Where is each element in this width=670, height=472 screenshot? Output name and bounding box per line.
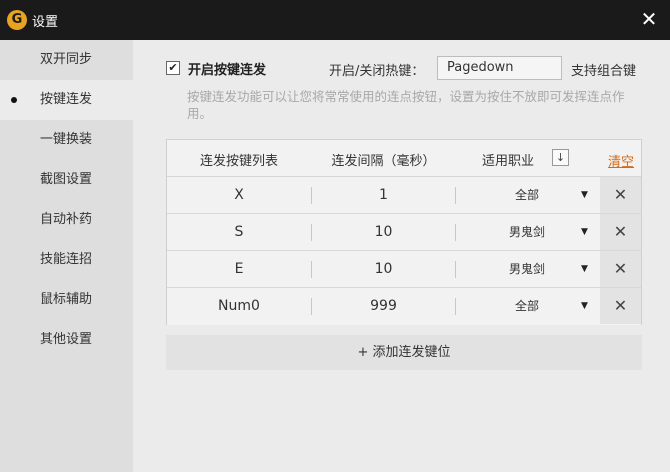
active-indicator-icon	[11, 97, 17, 103]
main-panel: ✔ 开启按键连发 开启/关闭热键： Pagedown 支持组合键 按键连发功能可…	[133, 40, 670, 472]
key-cell: Num0	[218, 298, 260, 314]
hotkey-input[interactable]: Pagedown	[437, 56, 562, 80]
interval-cell[interactable]: 1	[312, 177, 455, 213]
column-header-interval: 连发间隔（毫秒）	[331, 154, 436, 169]
sidebar-item-skill-combo[interactable]: 技能连招	[0, 240, 133, 280]
table-header: 连发按键列表 连发间隔（毫秒） 适用职业 ↓ 清空	[167, 140, 641, 177]
interval-cell[interactable]: 10	[312, 214, 455, 250]
feature-description: 按键连发功能可以让您将常常使用的连点按钮，设置为按住不放即可发挥连点作用。	[187, 89, 625, 121]
column-header-key: 连发按键列表	[199, 154, 278, 169]
job-select[interactable]: 全部	[456, 177, 598, 213]
clear-link[interactable]: 清空	[608, 151, 634, 170]
sidebar-item-dual-sync[interactable]: 双开同步	[0, 40, 133, 80]
dropdown-arrow-icon[interactable]: ▼	[581, 288, 588, 324]
sidebar-item-key-repeat[interactable]: 按键连发	[0, 80, 133, 120]
sidebar-item-label: 鼠标辅助	[40, 292, 93, 307]
job-select[interactable]: 男鬼剑	[456, 251, 598, 287]
add-repeat-key-button[interactable]: + 添加连发键位	[166, 335, 642, 370]
job-select[interactable]: 全部	[456, 288, 598, 324]
enable-checkbox[interactable]: ✔	[166, 61, 180, 75]
sidebar-item-quick-equip[interactable]: 一键换装	[0, 120, 133, 160]
repeat-key-table: 连发按键列表 连发间隔（毫秒） 适用职业 ↓ 清空 X 1 全部 ▼ ✕ S 1…	[166, 139, 642, 325]
table-row: E 10 男鬼剑 ▼ ✕	[167, 251, 641, 288]
delete-row-button[interactable]: ✕	[600, 177, 641, 213]
app-logo-icon: G	[7, 10, 27, 30]
delete-row-button[interactable]: ✕	[600, 251, 641, 287]
sidebar-item-label: 技能连招	[40, 252, 93, 267]
hotkey-label: 开启/关闭热键：	[329, 64, 425, 79]
enable-label: 开启按键连发	[188, 63, 267, 78]
column-header-job: 适用职业	[481, 154, 534, 169]
sidebar-item-screenshot[interactable]: 截图设置	[0, 160, 133, 200]
table-row: X 1 全部 ▼ ✕	[167, 177, 641, 214]
sidebar: 双开同步 按键连发 一键换装 截图设置 自动补药 技能连招 鼠标辅助 其他设置	[0, 40, 133, 472]
key-cell: S	[234, 224, 244, 240]
key-cell: E	[234, 261, 244, 277]
interval-cell[interactable]: 999	[312, 288, 455, 324]
sort-down-icon[interactable]: ↓	[552, 149, 569, 166]
sidebar-item-other[interactable]: 其他设置	[0, 320, 133, 360]
dropdown-arrow-icon[interactable]: ▼	[581, 214, 588, 250]
sidebar-item-label: 按键连发	[40, 92, 93, 107]
sidebar-item-label: 截图设置	[40, 172, 93, 187]
interval-cell[interactable]: 10	[312, 251, 455, 287]
dropdown-arrow-icon[interactable]: ▼	[581, 251, 588, 287]
combo-key-label: 支持组合键	[571, 64, 637, 79]
sidebar-item-label: 自动补药	[40, 212, 93, 227]
close-button[interactable]: ✕	[638, 8, 660, 30]
sidebar-item-label: 一键换装	[40, 132, 93, 147]
sidebar-item-mouse-assist[interactable]: 鼠标辅助	[0, 280, 133, 320]
title-bar: G 设置 ✕	[0, 0, 670, 40]
table-row: Num0 999 全部 ▼ ✕	[167, 288, 641, 325]
sidebar-item-label: 其他设置	[40, 332, 93, 347]
sidebar-item-auto-potion[interactable]: 自动补药	[0, 200, 133, 240]
key-cell: X	[234, 187, 244, 203]
dropdown-arrow-icon[interactable]: ▼	[581, 177, 588, 213]
job-select[interactable]: 男鬼剑	[456, 214, 598, 250]
table-row: S 10 男鬼剑 ▼ ✕	[167, 214, 641, 251]
sidebar-item-label: 双开同步	[40, 52, 93, 67]
delete-row-button[interactable]: ✕	[600, 288, 641, 324]
window-title: 设置	[32, 15, 59, 30]
delete-row-button[interactable]: ✕	[600, 214, 641, 250]
